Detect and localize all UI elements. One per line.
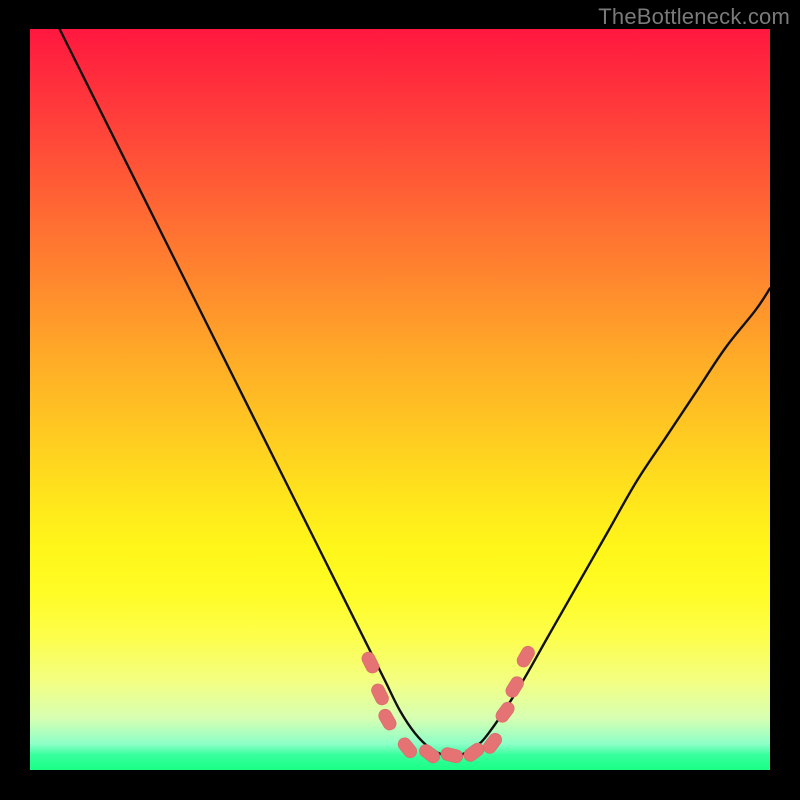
trough-marker — [376, 707, 398, 733]
bottleneck-curve — [60, 29, 770, 756]
trough-marker — [369, 682, 390, 707]
chart-frame: TheBottleneck.com — [0, 0, 800, 800]
plot-area — [30, 29, 770, 770]
trough-marker — [461, 740, 486, 764]
trough-marker — [481, 731, 505, 756]
trough-marker — [440, 746, 465, 764]
bottleneck-curve-svg — [30, 29, 770, 770]
trough-marker — [360, 650, 381, 675]
trough-marker — [395, 735, 419, 760]
trough-marker — [493, 699, 517, 724]
trough-markers — [360, 644, 537, 766]
trough-marker — [515, 644, 537, 670]
trough-marker — [503, 674, 526, 700]
watermark-label: TheBottleneck.com — [598, 4, 790, 30]
trough-marker — [417, 742, 442, 766]
